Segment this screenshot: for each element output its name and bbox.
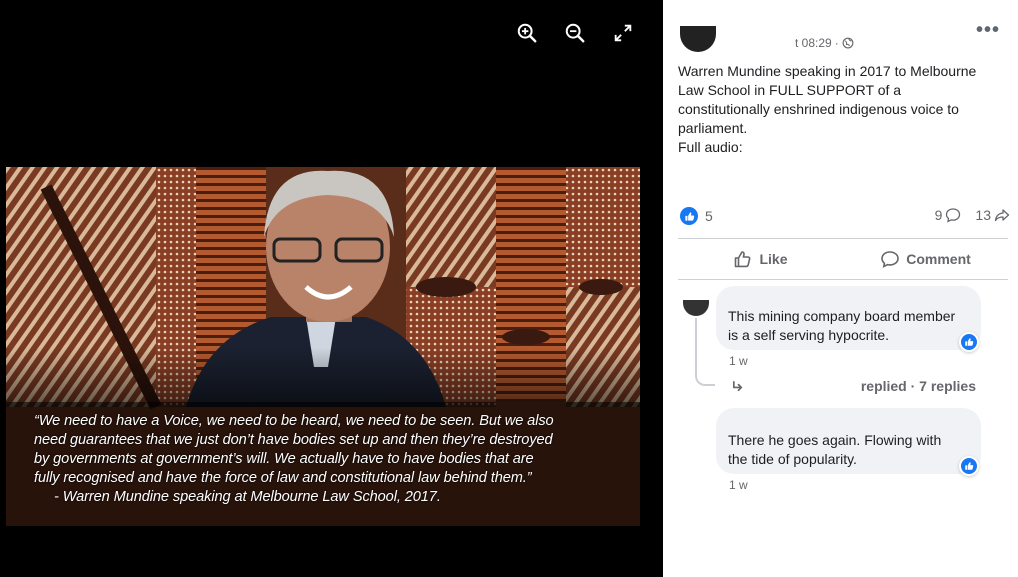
comment-bubble-icon	[946, 208, 961, 223]
zoom-out-button[interactable]	[551, 20, 599, 46]
view-replies-link[interactable]: replied · 7 replies	[731, 377, 976, 397]
quote-attribution: - Warren Mundine speaking at Melbourne L…	[54, 489, 441, 505]
comment-icon	[881, 251, 900, 268]
like-reaction-icon	[965, 462, 974, 470]
comment-text-line: This mining company board member	[728, 308, 956, 324]
comment-like-reaction[interactable]	[959, 332, 979, 352]
post-text-line: constitutionally enshrined indigenous vo…	[678, 101, 959, 117]
globe-icon	[842, 37, 854, 49]
post-text-line: Warren Mundine speaking in 2017 to Melbo…	[678, 63, 977, 79]
more-options-button[interactable]: •••	[976, 20, 1000, 40]
divider	[678, 238, 1008, 239]
meta-separator: ·	[834, 36, 839, 50]
share-arrow-icon	[994, 209, 1010, 222]
reply-thread-line	[695, 318, 715, 386]
zoom-in-button[interactable]	[503, 20, 551, 46]
comment-button[interactable]: Comment	[843, 240, 1008, 278]
comment-count: 9	[934, 207, 943, 223]
like-button[interactable]: Like	[678, 240, 843, 278]
comment-text-line: is a self serving hypocrite.	[728, 327, 890, 343]
post-timestamp[interactable]: t 08:29	[795, 36, 832, 50]
post-actions: Like Comment	[678, 240, 1008, 278]
post-text-line: Full audio:	[678, 139, 743, 155]
quote-line: by governments at government’s will. We …	[34, 451, 534, 467]
like-reaction-icon	[680, 207, 698, 225]
post-message: Warren Mundine speaking in 2017 to Melbo…	[678, 62, 998, 157]
viewer-toolbar	[503, 20, 647, 46]
comment-timestamp[interactable]: 1 w	[729, 478, 748, 492]
commenter-avatar[interactable]	[683, 300, 709, 316]
expand-icon	[614, 24, 632, 42]
post-text-line: Law School in FULL SUPPORT of a	[678, 82, 902, 98]
zoom-out-icon	[565, 23, 585, 43]
divider	[678, 279, 1008, 280]
fullscreen-button[interactable]	[599, 20, 647, 46]
share-count: 13	[975, 207, 991, 223]
post-meta: t 08:29 ·	[795, 36, 854, 50]
photo-quote: “We need to have a Voice, we need to be …	[34, 412, 634, 507]
like-reaction-icon	[965, 338, 974, 346]
author-avatar[interactable]	[680, 26, 716, 52]
counts-right: 9 13	[935, 207, 1010, 223]
like-label: Like	[759, 251, 788, 267]
post-photo[interactable]: “We need to have a Voice, we need to be …	[6, 167, 640, 526]
photo-viewer: “We need to have a Voice, we need to be …	[0, 0, 663, 577]
reaction-count: 5	[705, 208, 713, 224]
comment-bubble: There he goes again. Flowing with the ti…	[716, 408, 981, 476]
comment-label: Comment	[906, 251, 971, 267]
zoom-in-icon	[517, 23, 537, 43]
engagement-counts: 5 9 13	[680, 205, 1010, 229]
comment-bubble: This mining company board member is a se…	[716, 286, 981, 352]
quote-line: “We need to have a Voice, we need to be …	[34, 413, 554, 429]
comment-text-line: the tide of popularity.	[728, 451, 857, 467]
quote-line: fully recognised and have the force of l…	[34, 470, 532, 486]
thumbs-up-icon	[735, 251, 751, 268]
comment-like-reaction[interactable]	[959, 456, 979, 476]
quote-line: need guarantees that we just don’t have …	[34, 432, 553, 448]
reaction-summary[interactable]: 5	[680, 207, 713, 225]
replies-label: replied · 7 replies	[860, 378, 976, 394]
comment-text-line: There he goes again. Flowing with	[728, 432, 942, 448]
post-panel: ••• t 08:29 · Warren Mundine speaking in…	[663, 0, 1018, 577]
share-count-link[interactable]: 13	[975, 207, 1010, 223]
comment-count-link[interactable]: 9	[935, 207, 962, 223]
comment-timestamp[interactable]: 1 w	[729, 354, 748, 368]
post-text-line: parliament.	[678, 120, 748, 136]
reply-arrow-icon	[732, 380, 743, 392]
